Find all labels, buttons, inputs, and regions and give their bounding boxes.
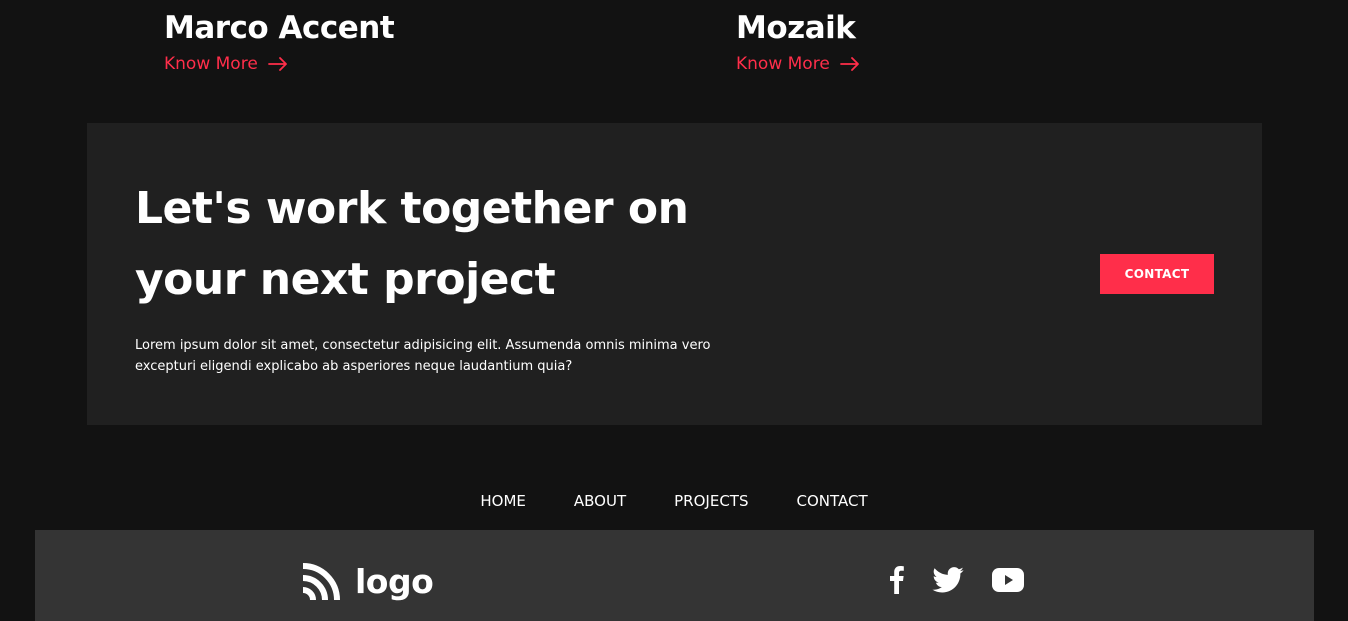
footer: logo	[35, 530, 1314, 621]
arrow-right-icon	[839, 57, 859, 71]
nav-item-projects[interactable]: PROJECTS	[650, 490, 772, 512]
logo[interactable]: logo	[299, 560, 434, 604]
twitter-icon[interactable]	[932, 567, 964, 593]
know-more-link[interactable]: Know More	[736, 52, 860, 76]
know-more-label: Know More	[736, 54, 830, 74]
page: Marco Accent Know More Mozaik Know More …	[0, 0, 1348, 621]
project-card-marco-accent: Marco Accent Know More	[164, 8, 395, 76]
arrow-right-icon	[267, 57, 287, 71]
youtube-icon[interactable]	[992, 568, 1024, 592]
project-title: Marco Accent	[164, 10, 395, 46]
nav-item-about[interactable]: ABOUT	[550, 490, 650, 512]
nav-item-home[interactable]: HOME	[456, 490, 550, 512]
logo-icon	[302, 563, 340, 601]
know-more-link[interactable]: Know More	[164, 52, 288, 76]
social-links	[890, 566, 1024, 594]
project-title: Mozaik	[736, 10, 856, 46]
footer-nav: HOME ABOUT PROJECTS CONTACT	[0, 490, 1348, 512]
contact-button[interactable]: CONTACT	[1100, 254, 1214, 294]
cta-section: Let's work together on your next project…	[87, 123, 1262, 425]
know-more-label: Know More	[164, 54, 258, 74]
logo-text: logo	[355, 562, 434, 601]
nav-item-contact[interactable]: CONTACT	[772, 490, 891, 512]
project-card-mozaik: Mozaik Know More	[736, 8, 860, 76]
cta-heading: Let's work together on your next project	[135, 183, 689, 305]
cta-description: Lorem ipsum dolor sit amet, consectetur …	[135, 338, 711, 374]
facebook-icon[interactable]	[890, 566, 904, 594]
